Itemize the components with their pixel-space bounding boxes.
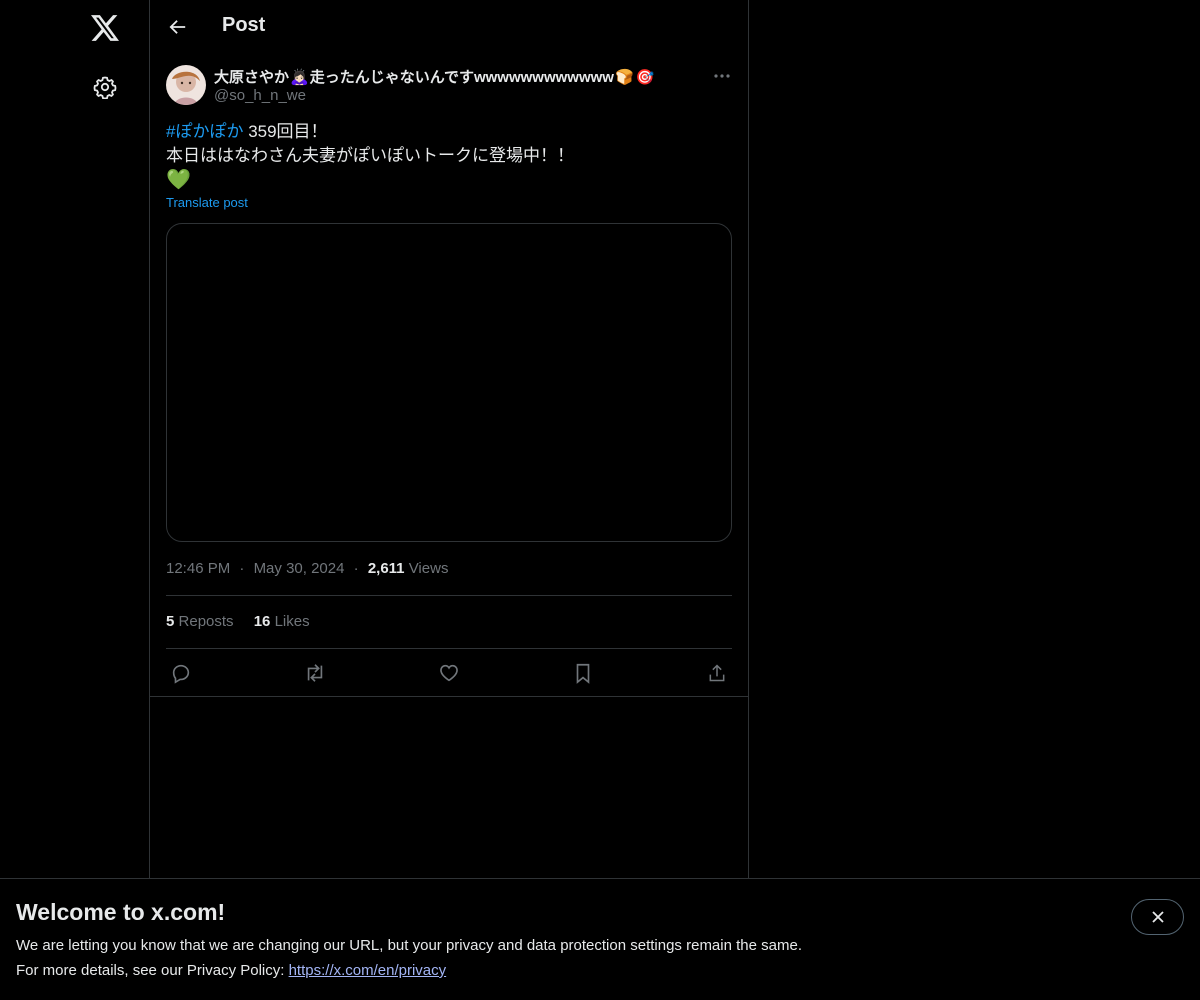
meta-separator: ·	[239, 560, 245, 577]
reposts-stat[interactable]: 5 Reposts	[166, 613, 234, 630]
post-line-1-text: 359回目！	[243, 122, 328, 141]
views-label: Views	[408, 560, 449, 577]
reposts-label: Reposts	[178, 613, 234, 630]
arrow-left-icon[interactable]	[164, 13, 192, 41]
close-icon	[1151, 911, 1164, 923]
engagement-stats: 5 Reposts 16 Likes	[166, 613, 326, 630]
x-logo-icon[interactable]	[89, 12, 121, 44]
hashtag-link[interactable]: #ぽかぽか	[166, 122, 243, 141]
reply-icon[interactable]	[168, 660, 194, 686]
main-column: Post 大原さやか 🙇🏻‍♀️ 走ったんじゃないんですwwwwwwwwwwww…	[150, 0, 749, 1000]
banner-title: Welcome to x.com!	[16, 899, 226, 925]
post-line-2: 本日ははなわさん夫妻がぽいぽいトークに登場中！！	[166, 146, 574, 165]
banner-privacy-prefix: For more details, see our Privacy Policy…	[16, 962, 289, 979]
reposts-count: 5	[166, 613, 175, 630]
bookmark-icon[interactable]	[570, 660, 596, 686]
privacy-policy-link[interactable]: https://x.com/en/privacy	[289, 962, 447, 979]
author-display-name[interactable]: 大原さやか 🙇🏻‍♀️ 走ったんじゃないんですwwwwwwwwwwww 🍞 🎯	[214, 66, 655, 87]
avatar[interactable]	[166, 65, 206, 105]
likes-label: Likes	[274, 613, 310, 630]
post-date[interactable]: May 30, 2024	[254, 560, 345, 577]
likes-count: 16	[253, 613, 271, 630]
share-icon[interactable]	[704, 660, 730, 686]
divider	[166, 595, 732, 596]
likes-stat[interactable]: 16 Likes	[254, 613, 310, 630]
views-count: 2,611	[367, 560, 405, 577]
divider	[166, 648, 732, 649]
url-change-banner: Welcome to x.com! We are letting you kno…	[0, 878, 1200, 1000]
action-bar	[166, 660, 732, 686]
page-header: Post	[150, 0, 748, 54]
green-heart-emoji: 💚	[166, 169, 191, 191]
page-title: Post	[222, 14, 266, 36]
banner-message: We are letting you know that we are chan…	[16, 937, 802, 954]
meta-separator: ·	[353, 560, 359, 577]
translate-post-link[interactable]: Translate post	[166, 195, 248, 210]
gear-icon[interactable]	[90, 72, 120, 102]
close-banner-button[interactable]	[1131, 899, 1184, 935]
post-text: #ぽかぽか 359回目！ 本日ははなわさん夫妻がぽいぽいトークに登場中！！ 💚	[166, 120, 732, 192]
bread-emoji: 🍞	[614, 68, 634, 86]
media-embed[interactable]	[166, 223, 732, 542]
person-bowing-emoji: 🙇🏻‍♀️	[290, 68, 309, 86]
post-meta: 12:46 PM · May 30, 2024 · 2,611 Views	[166, 560, 448, 577]
post-line-1: #ぽかぽか 359回目！	[166, 120, 732, 144]
heart-icon[interactable]	[436, 660, 462, 686]
banner-privacy-line: For more details, see our Privacy Policy…	[16, 962, 446, 979]
author-handle[interactable]: @so_h_n_we	[214, 87, 306, 104]
post-time[interactable]: 12:46 PM	[166, 560, 230, 577]
target-emoji: 🎯	[635, 68, 655, 86]
display-name-text-2: 走ったんじゃないんですwwwwwwwwwwww	[309, 69, 614, 86]
more-horizontal-icon[interactable]	[710, 64, 734, 88]
display-name-text-1: 大原さやか	[214, 69, 290, 86]
divider	[150, 696, 748, 697]
left-rail	[0, 0, 150, 1000]
repost-icon[interactable]	[302, 660, 328, 686]
